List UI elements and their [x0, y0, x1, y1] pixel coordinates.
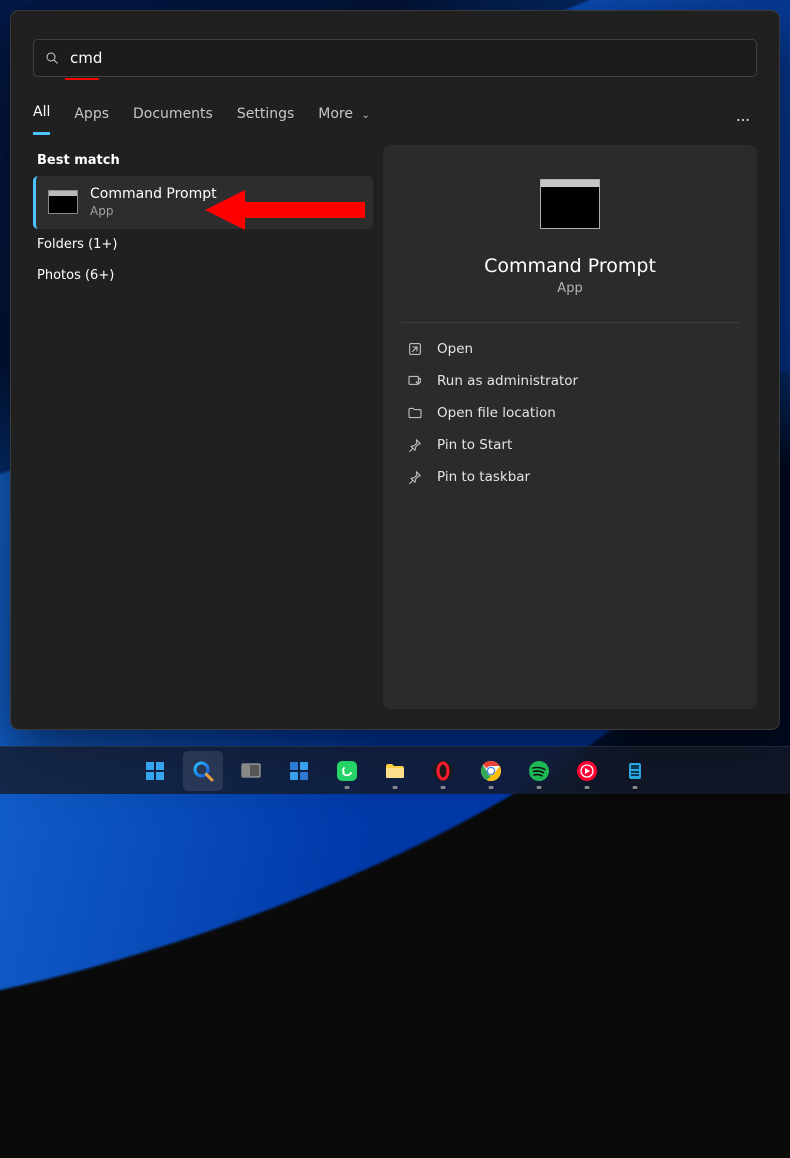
action-open-file-location[interactable]: Open file location — [401, 397, 739, 429]
tab-documents[interactable]: Documents — [133, 106, 213, 134]
tab-settings[interactable]: Settings — [237, 106, 294, 134]
file-explorer-icon — [383, 759, 407, 783]
results-column: Best match Command Prompt App Folders (1… — [33, 145, 373, 709]
divider — [401, 322, 739, 323]
app-icon — [623, 759, 647, 783]
search-flyout: All Apps Documents Settings More ⌄ Best … — [10, 10, 780, 730]
opera-icon — [431, 759, 455, 783]
result-command-prompt[interactable]: Command Prompt App — [33, 176, 373, 229]
action-label: Pin to Start — [437, 437, 512, 453]
taskbar-widgets[interactable] — [279, 751, 319, 791]
search-icon — [44, 50, 60, 66]
windows-icon — [143, 759, 167, 783]
ellipsis-icon — [735, 112, 751, 128]
taskbar-file-explorer[interactable] — [375, 751, 415, 791]
taskbar-spotify[interactable] — [519, 751, 559, 791]
taskbar-chrome[interactable] — [471, 751, 511, 791]
action-pin-to-start[interactable]: Pin to Start — [401, 429, 739, 461]
taskbar-whatsapp[interactable] — [327, 751, 367, 791]
tab-more-label: More — [318, 106, 353, 122]
search-box[interactable] — [33, 39, 757, 77]
taskbar-opera[interactable] — [423, 751, 463, 791]
action-label: Pin to taskbar — [437, 469, 530, 485]
action-run-as-admin[interactable]: Run as administrator — [401, 365, 739, 397]
tab-apps[interactable]: Apps — [74, 106, 109, 134]
action-label: Run as administrator — [437, 373, 578, 389]
action-pin-to-taskbar[interactable]: Pin to taskbar — [401, 461, 739, 493]
chrome-icon — [479, 759, 503, 783]
preview-icon — [540, 179, 600, 229]
taskbar-youtube-music[interactable] — [567, 751, 607, 791]
action-label: Open file location — [437, 405, 556, 421]
search-icon — [191, 759, 215, 783]
taskbar-search[interactable] — [183, 751, 223, 791]
admin-icon — [407, 373, 423, 389]
spotify-icon — [527, 759, 551, 783]
action-label: Open — [437, 341, 473, 357]
taskbar-start[interactable] — [135, 751, 175, 791]
task-view-icon — [239, 759, 263, 783]
preview-panel: Command Prompt App Open Run as administr… — [383, 145, 757, 709]
whatsapp-icon — [335, 759, 359, 783]
result-title: Command Prompt — [90, 186, 217, 204]
pin-task-icon — [407, 469, 423, 485]
pin-start-icon — [407, 437, 423, 453]
action-open[interactable]: Open — [401, 333, 739, 365]
widgets-icon — [287, 759, 311, 783]
result-subtitle: App — [90, 204, 217, 219]
search-input[interactable] — [70, 49, 746, 67]
youtube-music-icon — [575, 759, 599, 783]
taskbar-task-view[interactable] — [231, 751, 271, 791]
best-match-heading: Best match — [33, 145, 373, 176]
filter-tabs: All Apps Documents Settings More ⌄ — [11, 80, 779, 135]
taskbar — [0, 746, 790, 794]
open-icon — [407, 341, 423, 357]
chevron-down-icon: ⌄ — [361, 110, 369, 121]
folder-icon — [407, 405, 423, 421]
command-prompt-icon — [48, 190, 78, 214]
overflow-button[interactable] — [729, 106, 757, 134]
taskbar-obs[interactable] — [615, 751, 655, 791]
group-folders[interactable]: Folders (1+) — [33, 229, 373, 260]
preview-title: Command Prompt — [484, 255, 656, 277]
tab-more[interactable]: More ⌄ — [318, 106, 370, 134]
group-photos[interactable]: Photos (6+) — [33, 260, 373, 291]
preview-subtitle: App — [557, 281, 582, 296]
tab-all[interactable]: All — [33, 104, 50, 135]
